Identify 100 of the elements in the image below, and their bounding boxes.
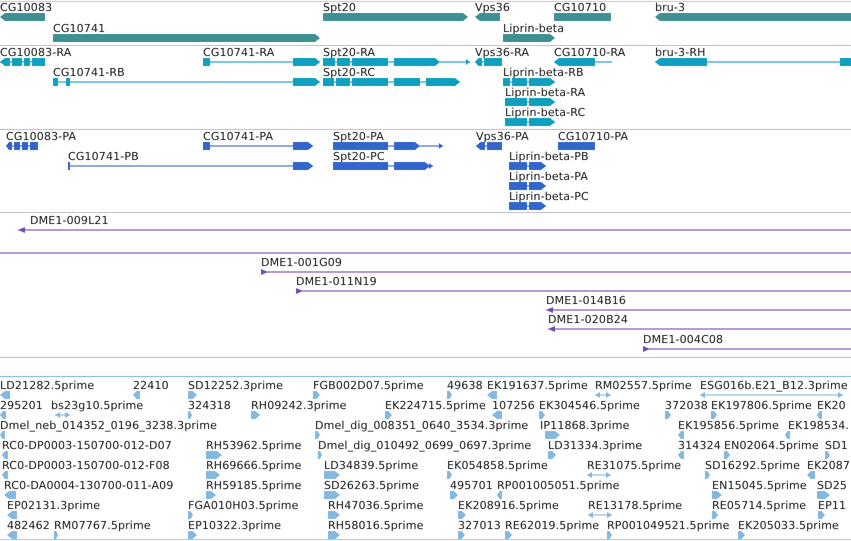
est-label[interactable]: LD31334.3prime: [548, 439, 642, 453]
gene-label[interactable]: CG10083: [0, 2, 52, 15]
est-glyph[interactable]: [328, 531, 340, 539]
est-glyph[interactable]: [0, 411, 6, 419]
est-label[interactable]: EK208916.5prime: [458, 499, 559, 513]
est-label[interactable]: RP001005051.5prime: [497, 479, 620, 493]
est-label[interactable]: ESG016b.E21_B12.3prime: [700, 379, 848, 393]
est-glyph[interactable]: [458, 531, 465, 539]
clone-label[interactable]: DME1-009L21: [30, 214, 109, 228]
est-glyph[interactable]: [188, 411, 192, 419]
protein-label[interactable]: CG10710-PA: [558, 130, 628, 144]
est-glyph[interactable]: [206, 491, 216, 499]
est-label[interactable]: Dmel_dig_008351_0640_3534.3prime: [315, 419, 528, 433]
est-glyph[interactable]: [505, 531, 512, 539]
est-label[interactable]: RE62019.5prime: [505, 519, 600, 533]
clone-label[interactable]: DME1-004C08: [643, 333, 724, 347]
clone-glyph[interactable]: [296, 287, 851, 295]
est-label[interactable]: 372038: [665, 399, 708, 413]
est-label[interactable]: RH53962.5prime: [206, 439, 302, 453]
est-glyph[interactable]: [318, 451, 322, 459]
est-label[interactable]: 324318: [188, 399, 231, 413]
protein-label[interactable]: CG10741-PB: [68, 150, 139, 164]
est-label[interactable]: FGB002D07.5prime: [313, 379, 424, 393]
est-glyph[interactable]: [2, 451, 8, 459]
protein-glyph[interactable]: [333, 162, 433, 170]
est-label[interactable]: RH69666.5prime: [206, 459, 302, 473]
est-label[interactable]: RC0-DP0003-150700-012-D07: [2, 439, 172, 453]
est-label[interactable]: 295201: [0, 399, 43, 413]
gene-label[interactable]: bru-3: [655, 2, 686, 15]
est-label[interactable]: FGA010H03.5prime: [188, 499, 299, 513]
est-label[interactable]: EN02064.5prime: [724, 439, 819, 453]
est-label[interactable]: RC0-DP0003-150700-012-F08: [2, 459, 170, 473]
est-glyph[interactable]: [785, 431, 790, 439]
transcript-label[interactable]: CG10741-RB: [53, 66, 125, 80]
est-glyph[interactable]: [678, 451, 684, 459]
est-glyph[interactable]: [705, 471, 710, 479]
est-glyph[interactable]: [206, 471, 220, 479]
est-glyph[interactable]: [817, 491, 830, 499]
est-glyph[interactable]: [315, 431, 320, 439]
est-glyph[interactable]: [497, 491, 502, 499]
est-glyph[interactable]: [665, 411, 671, 419]
gene-glyph[interactable]: [503, 34, 555, 42]
est-label[interactable]: EK205033.5prime: [738, 519, 839, 533]
protein-label[interactable]: Vps36-PA: [476, 130, 529, 144]
clone-label[interactable]: DME1-014B16: [546, 294, 626, 308]
clone-glyph[interactable]: [18, 226, 851, 234]
est-glyph[interactable]: [587, 471, 611, 479]
est-label[interactable]: IP11868.3prime: [540, 419, 630, 433]
est-glyph[interactable]: [324, 491, 340, 499]
protein-glyph[interactable]: [6, 142, 38, 150]
est-label[interactable]: 482462: [7, 519, 50, 533]
gene-glyph[interactable]: [0, 13, 45, 21]
est-glyph[interactable]: [55, 411, 70, 419]
est-label[interactable]: SD25: [817, 479, 848, 493]
transcript-glyph[interactable]: [53, 78, 320, 86]
est-glyph[interactable]: [251, 411, 260, 419]
est-label[interactable]: EK191637.5prime: [487, 379, 588, 393]
est-glyph[interactable]: [738, 531, 745, 539]
protein-label[interactable]: CG10083-PA: [6, 130, 76, 144]
est-label[interactable]: LD21282.5prime: [0, 379, 94, 393]
est-label[interactable]: EN15045.5prime: [712, 479, 807, 493]
protein-label[interactable]: Liprin-beta-PA: [509, 170, 588, 184]
gene-glyph[interactable]: [475, 13, 500, 21]
est-label[interactable]: EK20: [817, 399, 846, 413]
transcript-glyph[interactable]: [503, 78, 555, 86]
est-label[interactable]: RH58016.5prime: [328, 519, 424, 533]
transcript-glyph[interactable]: [505, 118, 555, 126]
est-label[interactable]: EK2087: [807, 459, 850, 473]
est-label[interactable]: 495701: [450, 479, 493, 493]
protein-glyph[interactable]: [203, 142, 313, 150]
gene-label[interactable]: Spt20: [323, 2, 356, 15]
transcript-glyph[interactable]: [655, 58, 851, 66]
est-glyph[interactable]: [2, 471, 8, 479]
est-label[interactable]: RP001049521.5prime: [607, 519, 730, 533]
est-glyph[interactable]: [700, 391, 843, 399]
est-label[interactable]: 314324: [678, 439, 721, 453]
clone-label[interactable]: DME1-020B24: [548, 313, 628, 327]
est-glyph[interactable]: [450, 491, 458, 499]
est-label[interactable]: LD34839.5prime: [324, 459, 418, 473]
est-glyph[interactable]: [54, 531, 58, 539]
est-glyph[interactable]: [324, 471, 340, 479]
est-glyph[interactable]: [447, 471, 452, 479]
est-glyph[interactable]: [807, 471, 815, 479]
protein-glyph[interactable]: [509, 162, 546, 170]
transcript-label[interactable]: Spt20-RA: [323, 46, 376, 60]
est-glyph[interactable]: [0, 431, 5, 439]
est-label[interactable]: RE05714.5prime: [712, 499, 806, 513]
est-label[interactable]: Dmel_neb_014352_0196_3238.3prime: [0, 419, 218, 433]
est-glyph[interactable]: [385, 411, 392, 419]
est-label[interactable]: RE13178.5prime: [588, 499, 682, 513]
est-label[interactable]: RE31075.5prime: [587, 459, 682, 473]
est-glyph[interactable]: [188, 511, 193, 519]
protein-label[interactable]: CG10741-PA: [203, 130, 274, 144]
est-label[interactable]: SD1: [825, 439, 848, 453]
est-label[interactable]: SD16292.5prime: [705, 459, 800, 473]
est-glyph[interactable]: [539, 411, 545, 419]
est-glyph[interactable]: [545, 431, 560, 439]
est-label[interactable]: 327013: [458, 519, 501, 533]
est-glyph[interactable]: [4, 491, 16, 499]
est-label[interactable]: 107256: [492, 399, 535, 413]
